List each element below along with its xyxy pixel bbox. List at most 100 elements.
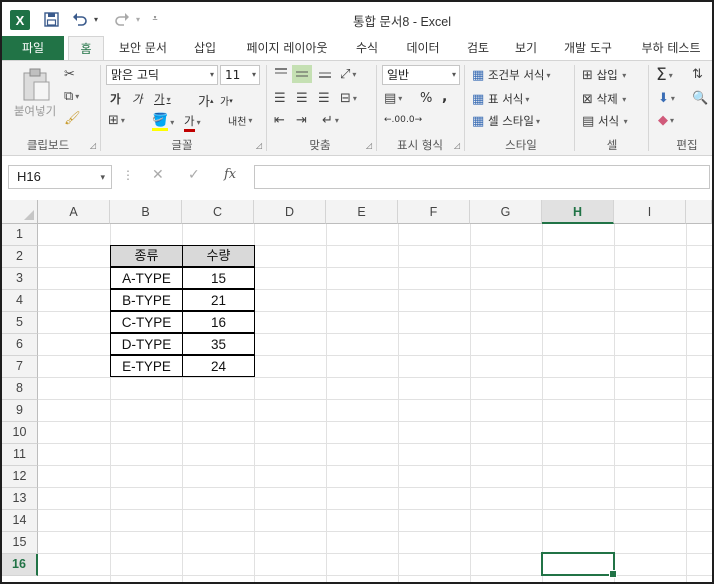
align-right-icon[interactable]: ☰	[318, 91, 330, 106]
format-cells-button[interactable]: ▤ 서식 ▾	[582, 113, 628, 129]
phonetic-button[interactable]: 내천 ▾	[228, 113, 252, 128]
font-name-select[interactable]: 맑은 고딕 ▾	[106, 65, 218, 85]
formula-input[interactable]	[254, 165, 710, 189]
column-header-c[interactable]: C	[182, 200, 254, 224]
table-cell-quantity[interactable]: 24	[182, 355, 255, 377]
find-select-icon[interactable]: 🔍	[692, 91, 708, 106]
confirm-entry-icon[interactable]: ✓	[188, 167, 200, 183]
grow-font-button[interactable]: 가 ▴	[198, 91, 213, 110]
tab-formulas[interactable]: 수식	[346, 36, 388, 60]
column-header-i[interactable]: I	[614, 200, 686, 224]
copy-icon[interactable]: ⧉ ▾	[64, 89, 79, 104]
column-header-f[interactable]: F	[398, 200, 470, 224]
borders-button[interactable]: ⊞ ▾	[108, 113, 125, 128]
column-header-h[interactable]: H	[542, 200, 614, 224]
italic-button[interactable]: 가	[132, 91, 143, 107]
font-size-select[interactable]: 11 ▾	[220, 65, 260, 85]
row-header-11[interactable]: 11	[2, 444, 38, 466]
table-cell-quantity[interactable]: 15	[182, 267, 255, 289]
number-launcher-icon[interactable]: ◿	[454, 141, 460, 150]
table-cell-quantity[interactable]: 16	[182, 311, 255, 333]
table-header-quantity[interactable]: 수량	[182, 245, 255, 267]
active-cell-h16[interactable]	[541, 552, 617, 578]
table-cell-type[interactable]: D-TYPE	[110, 333, 183, 355]
row-header-12[interactable]: 12	[2, 466, 38, 488]
column-header-b[interactable]: B	[110, 200, 182, 224]
row-header-13[interactable]: 13	[2, 488, 38, 510]
font-launcher-icon[interactable]: ◿	[256, 141, 262, 150]
conditional-formatting-button[interactable]: ▦ 조건부 서식 ▾	[472, 67, 551, 83]
align-middle-icon[interactable]	[292, 65, 312, 83]
merge-center-icon[interactable]: ⊟ ▾	[340, 91, 357, 106]
accounting-format-icon[interactable]: ▤ ▾	[384, 91, 402, 106]
insert-cells-button[interactable]: ⊞ 삽입 ▾	[582, 67, 626, 83]
decrease-indent-icon[interactable]: ⇤	[274, 113, 285, 128]
bold-button[interactable]: 가	[110, 91, 121, 107]
cancel-entry-icon[interactable]: ✕	[152, 167, 164, 183]
paste-button[interactable]: 붙여넣기	[10, 103, 60, 119]
align-top-icon[interactable]	[274, 67, 288, 79]
align-left-icon[interactable]: ☰	[274, 91, 286, 106]
table-cell-quantity[interactable]: 21	[182, 289, 255, 311]
row-header-15[interactable]: 15	[2, 532, 38, 554]
percent-style-button[interactable]: %	[420, 91, 432, 106]
row-header-2[interactable]: 2	[2, 246, 38, 268]
table-cell-type[interactable]: B-TYPE	[110, 289, 183, 311]
row-header-6[interactable]: 6	[2, 334, 38, 356]
select-all-button[interactable]	[2, 200, 38, 224]
clipboard-paste-icon[interactable]	[20, 67, 52, 103]
tab-review[interactable]: 검토	[456, 36, 500, 60]
row-header-7[interactable]: 7	[2, 356, 38, 378]
tab-data[interactable]: 데이터	[396, 36, 450, 60]
underline-button[interactable]: 가 ▾	[154, 91, 171, 107]
delete-cells-button[interactable]: ⊠ 삭제 ▾	[582, 91, 626, 107]
column-header-e[interactable]: E	[326, 200, 398, 224]
row-header-10[interactable]: 10	[2, 422, 38, 444]
tab-load-test[interactable]: 부하 테스트	[630, 36, 712, 60]
tab-insert[interactable]: 삽입	[182, 36, 228, 60]
number-format-select[interactable]: 일반 ▾	[382, 65, 460, 85]
row-header-4[interactable]: 4	[2, 290, 38, 312]
fill-color-button[interactable]: 🪣 ▾	[152, 113, 174, 131]
tab-home[interactable]: 홈	[68, 36, 104, 60]
worksheet-grid[interactable]: A B C D E F G H I 1 2 3 4 5 6 7 8 9 10 1…	[2, 200, 712, 582]
table-header-type[interactable]: 종류	[110, 245, 183, 267]
row-header-5[interactable]: 5	[2, 312, 38, 334]
increase-decimal-button[interactable]: ← .00	[384, 115, 406, 125]
table-cell-type[interactable]: C-TYPE	[110, 311, 183, 333]
cut-icon[interactable]: ✂	[64, 67, 75, 82]
clear-icon[interactable]: ◆ ▾	[658, 113, 674, 128]
align-bottom-icon[interactable]	[318, 67, 332, 79]
decrease-decimal-button[interactable]: .0 →	[406, 115, 422, 125]
align-center-icon[interactable]: ☰	[296, 91, 308, 106]
format-as-table-button[interactable]: ▦ 표 서식 ▾	[472, 91, 529, 107]
autosum-icon[interactable]: Σ ▾	[656, 65, 673, 85]
sort-filter-icon[interactable]: ⇅	[692, 67, 703, 82]
table-cell-type[interactable]: E-TYPE	[110, 355, 183, 377]
increase-indent-icon[interactable]: ⇥	[296, 113, 307, 128]
redo-dropdown-icon[interactable]: ▾	[133, 8, 143, 30]
row-header-8[interactable]: 8	[2, 378, 38, 400]
font-color-button[interactable]: 가 ▾	[184, 113, 201, 132]
undo-dropdown-icon[interactable]: ▾	[91, 8, 101, 30]
redo-icon[interactable]	[110, 8, 134, 30]
undo-icon[interactable]	[68, 8, 92, 30]
clipboard-launcher-icon[interactable]: ◿	[90, 141, 96, 150]
comma-style-button[interactable]: ,	[442, 89, 447, 105]
cell-styles-button[interactable]: ▦ 셀 스타일 ▾	[472, 113, 540, 129]
orientation-icon[interactable]: ⤢ ▾	[340, 67, 356, 82]
insert-function-icon[interactable]: fx	[224, 167, 236, 182]
tab-protected-document[interactable]: 보안 문서	[108, 36, 178, 60]
row-header-16[interactable]: 16	[2, 554, 38, 576]
save-icon[interactable]	[40, 8, 62, 30]
fill-icon[interactable]: ⬇ ▾	[658, 91, 675, 106]
shrink-font-button[interactable]: 가 ▾	[220, 93, 233, 109]
tab-developer[interactable]: 개발 도구	[554, 36, 622, 60]
alignment-launcher-icon[interactable]: ◿	[366, 141, 372, 150]
name-box[interactable]: H16 ▾	[8, 165, 112, 189]
tab-view[interactable]: 보기	[506, 36, 546, 60]
column-header-g[interactable]: G	[470, 200, 542, 224]
row-header-14[interactable]: 14	[2, 510, 38, 532]
row-header-1[interactable]: 1	[2, 224, 38, 246]
wrap-text-icon[interactable]: ↵ ▾	[322, 113, 339, 128]
